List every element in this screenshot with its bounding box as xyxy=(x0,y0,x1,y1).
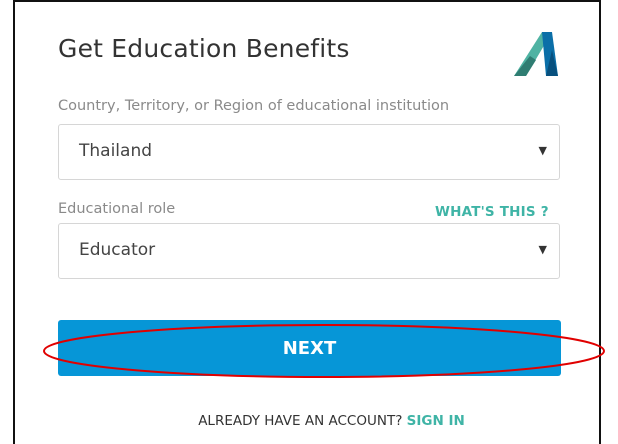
autodesk-logo-icon xyxy=(514,32,558,76)
account-prompt: ALREADY HAVE AN ACCOUNT? xyxy=(198,413,403,429)
page-title: Get Education Benefits xyxy=(58,34,350,63)
country-label: Country, Territory, or Region of educati… xyxy=(58,98,450,114)
chevron-down-icon: ▼ xyxy=(538,243,547,256)
country-select[interactable]: Thailand ▼ xyxy=(58,124,560,180)
next-button[interactable]: NEXT xyxy=(58,320,561,376)
role-label: Educational role xyxy=(58,201,176,217)
whats-this-link[interactable]: WHAT'S THIS ? xyxy=(435,204,549,220)
signin-link[interactable]: SIGN IN xyxy=(407,413,465,429)
role-select-value: Educator xyxy=(79,240,156,260)
role-select[interactable]: Educator ▼ xyxy=(58,223,560,279)
chevron-down-icon: ▼ xyxy=(538,144,547,157)
country-select-value: Thailand xyxy=(79,141,153,161)
signin-row: ALREADY HAVE AN ACCOUNT? SIGN IN xyxy=(0,413,618,429)
